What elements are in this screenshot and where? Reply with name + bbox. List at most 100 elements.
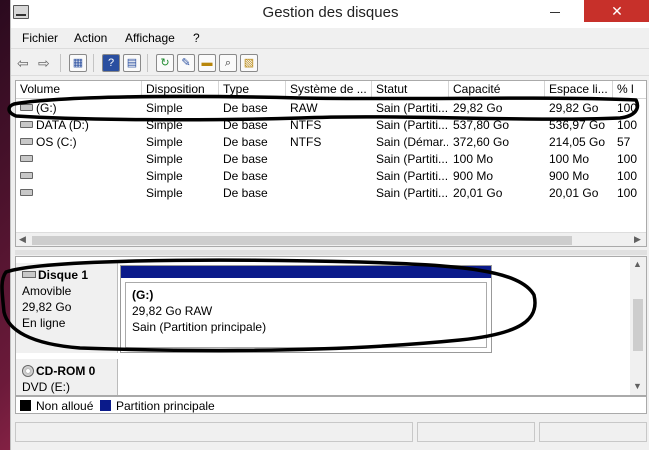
disk-1-kind: Amovible	[22, 284, 72, 298]
cell-type: De base	[223, 169, 268, 183]
cell-disposition: Simple	[146, 186, 183, 200]
drive-icon	[20, 138, 33, 145]
cell-volume: DATA (D:)	[36, 118, 89, 132]
cell-type: De base	[223, 135, 268, 149]
close-button[interactable]: ✕	[584, 0, 649, 22]
legend-unallocated-label: Non alloué	[36, 399, 94, 413]
drive-icon	[20, 104, 33, 111]
cell-status: Sain (Partiti...	[376, 169, 448, 183]
toolbar-separator	[93, 54, 94, 72]
column-header-free-space[interactable]: Espace li...	[545, 81, 613, 99]
help-topic-icon[interactable]: ▤	[123, 54, 141, 72]
drive-icon	[20, 189, 33, 196]
cell-disposition: Simple	[146, 101, 183, 115]
cell-type: De base	[223, 186, 268, 200]
disk-1-name: Disque 1	[38, 268, 89, 282]
cell-status: Sain (Partiti...	[376, 101, 448, 115]
toolbar: ⇦ ⇨ ▦ ? ▤ ↻ ✎ ▬ ⌕ ▧	[11, 48, 649, 76]
menu-affichage[interactable]: Affichage	[125, 31, 175, 45]
cell-free-space: 20,01 Go	[549, 186, 599, 200]
cell-free-space: 214,05 Go	[549, 135, 606, 149]
cell-disposition: Simple	[146, 135, 183, 149]
disk-1-label[interactable]: Disque 1 Amovible 29,82 Go En ligne	[16, 263, 118, 353]
cell-volume: (G:)	[36, 101, 57, 115]
drive-icon	[20, 121, 33, 128]
cdrom-0-label[interactable]: CD-ROM 0 DVD (E:)	[16, 359, 118, 395]
scroll-left-icon[interactable]: ◀	[19, 234, 26, 245]
table-row[interactable]: (G:) Simple De base RAW Sain (Partiti...…	[16, 100, 646, 117]
cell-free-space: 100 Mo	[549, 152, 590, 166]
minimize-button[interactable]	[544, 2, 566, 22]
column-header-volume[interactable]: Volume	[16, 81, 142, 99]
scroll-right-icon[interactable]: ▶	[634, 234, 641, 245]
cell-capacity: 100 Mo	[453, 152, 494, 166]
column-header-disposition[interactable]: Disposition	[142, 81, 219, 99]
partition-g[interactable]: (G:) 29,82 Go RAW Sain (Partition princi…	[120, 265, 492, 353]
status-bar	[11, 416, 649, 450]
pane-splitter[interactable]	[15, 250, 647, 255]
cell-capacity: 29,82 Go	[453, 101, 503, 115]
drive-icon	[20, 155, 33, 162]
cell-status: Sain (Démar...	[376, 135, 448, 149]
partition-g-details[interactable]: (G:) 29,82 Go RAW Sain (Partition princi…	[125, 282, 487, 348]
cell-capacity: 900 Mo	[453, 169, 494, 183]
cell-type: De base	[223, 101, 268, 115]
cell-status: Sain (Partiti...	[376, 152, 448, 166]
menu-fichier[interactable]: Fichier	[22, 31, 58, 45]
menu-help[interactable]: ?	[193, 31, 200, 45]
cell-percent-free: 57	[617, 135, 631, 149]
table-row[interactable]: Simple De base Sain (Partiti... 100 Mo 1…	[16, 151, 646, 168]
column-header-type[interactable]: Type	[219, 81, 286, 99]
cell-disposition: Simple	[146, 152, 183, 166]
column-header-status[interactable]: Statut	[372, 81, 449, 99]
scrollbar-thumb[interactable]	[32, 236, 572, 245]
cell-disposition: Simple	[146, 118, 183, 132]
cell-type: De base	[223, 118, 268, 132]
cell-capacity: 537,80 Go	[453, 118, 510, 132]
cd-rom-icon	[22, 365, 34, 377]
help-icon[interactable]: ?	[102, 54, 120, 72]
status-pane	[15, 422, 413, 442]
scroll-up-icon[interactable]: ▲	[633, 259, 642, 269]
legend-unallocated-swatch	[20, 400, 31, 411]
refresh-icon[interactable]: ↻	[156, 54, 174, 72]
cell-percent-free: 100	[617, 152, 638, 166]
table-row[interactable]: Simple De base Sain (Partiti... 20,01 Go…	[16, 185, 646, 202]
cell-status: Sain (Partiti...	[376, 118, 448, 132]
partition-status: Sain (Partition principale)	[132, 320, 267, 334]
scroll-down-icon[interactable]: ▼	[633, 381, 642, 391]
cell-capacity: 20,01 Go	[453, 186, 503, 200]
legend-primary-swatch	[100, 400, 111, 411]
column-header-percent-free[interactable]: % l	[613, 81, 646, 99]
horizontal-scrollbar[interactable]: ◀ ▶	[16, 232, 646, 246]
disk-1-title: Disque 1	[22, 267, 113, 283]
legend-primary-label: Partition principale	[116, 399, 215, 413]
properties-icon[interactable]: ✎	[177, 54, 195, 72]
menu-bar: Fichier Action Affichage ?	[11, 28, 649, 48]
back-arrow-icon[interactable]: ⇦	[17, 55, 29, 72]
partition-letter: (G:)	[132, 288, 154, 302]
table-row[interactable]: OS (C:) Simple De base NTFS Sain (Démar.…	[16, 134, 646, 151]
volume-list: Volume Disposition Type Système de ... S…	[15, 80, 647, 247]
cell-type: De base	[223, 152, 268, 166]
cell-capacity: 372,60 Go	[453, 135, 510, 149]
cell-percent-free: 100	[617, 186, 638, 200]
menu-action[interactable]: Action	[74, 31, 107, 45]
forward-arrow-icon[interactable]: ⇨	[38, 55, 50, 72]
column-header-capacity[interactable]: Capacité	[449, 81, 545, 99]
primary-partition-band	[121, 266, 491, 278]
search-icon[interactable]: ⌕	[219, 54, 237, 72]
vertical-scrollbar[interactable]: ▲ ▼	[630, 257, 646, 395]
console-tree-icon[interactable]: ▦	[69, 54, 87, 72]
open-folder-icon[interactable]: ▬	[198, 54, 216, 72]
disk-1-state: En ligne	[22, 316, 66, 330]
export-icon[interactable]: ▧	[240, 54, 258, 72]
cell-filesystem: RAW	[290, 101, 318, 115]
disk-management-window: Gestion des disques ✕ Fichier Action Aff…	[10, 0, 649, 450]
partition-description: 29,82 Go RAW	[132, 304, 213, 318]
cell-disposition: Simple	[146, 169, 183, 183]
table-row[interactable]: DATA (D:) Simple De base NTFS Sain (Part…	[16, 117, 646, 134]
column-header-filesystem[interactable]: Système de ...	[286, 81, 372, 99]
scrollbar-thumb[interactable]	[633, 299, 643, 351]
table-row[interactable]: Simple De base Sain (Partiti... 900 Mo 9…	[16, 168, 646, 185]
